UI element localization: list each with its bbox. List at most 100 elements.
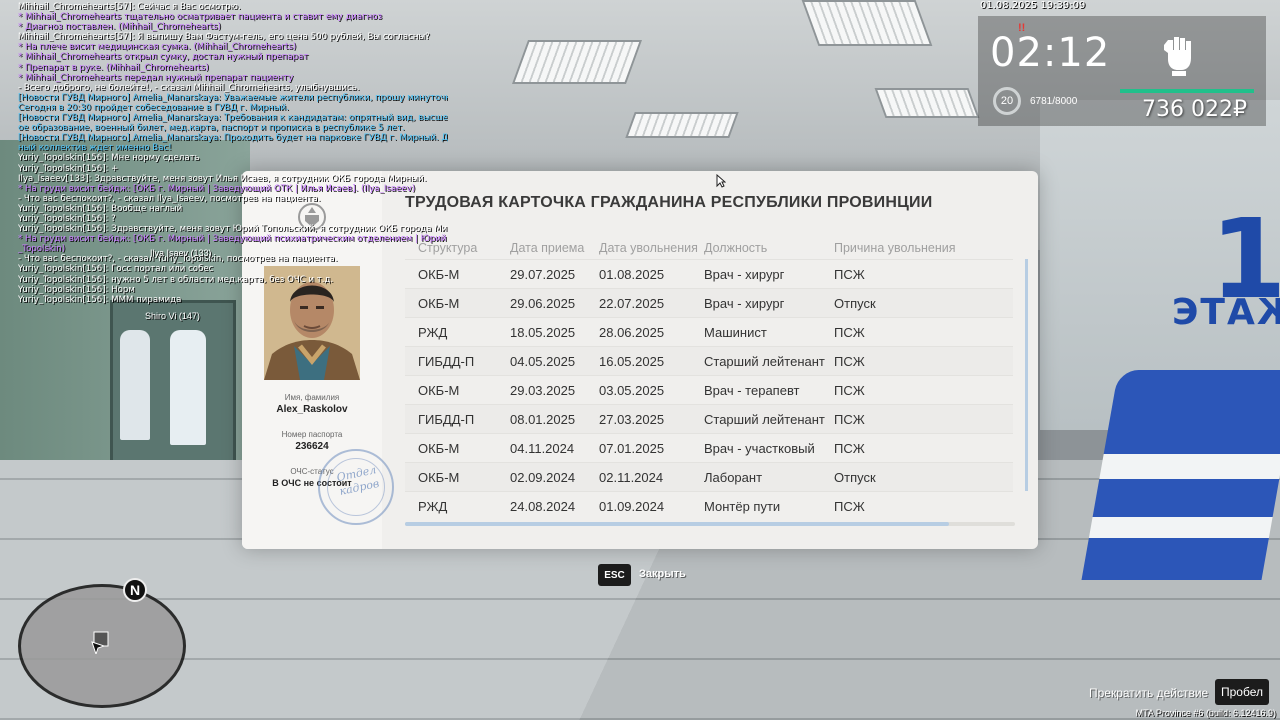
chat-line: * Mihhail_Chromehearts тщательно осматри… <box>18 12 383 23</box>
table-cell: Отпуск <box>834 469 876 485</box>
name-label: Имя, фамилия <box>284 393 340 402</box>
hud-datetime: 01.08.2025 19:39:09 <box>980 0 1086 11</box>
table-cell: Старший лейтенант <box>704 353 825 369</box>
player-arrow-icon <box>91 631 109 654</box>
chat-line: * Диагноз поставлен. (Mihhail_Chromehear… <box>18 22 221 33</box>
abort-action-label: Прекратить действие <box>1089 686 1209 700</box>
horizontal-scrollbar-thumb[interactable] <box>405 522 949 526</box>
north-icon: N <box>123 578 147 602</box>
table-header: Структура Дата приема Дата увольнения До… <box>405 241 1013 259</box>
table-cell: 03.05.2025 <box>599 382 665 398</box>
column-header: Должность <box>704 241 768 255</box>
table-cell: Врач - хирург <box>704 295 785 311</box>
name-value: Alex_Raskolov <box>276 404 348 415</box>
table-cell: ГИБДД-П <box>418 353 475 369</box>
table-cell: ПСЖ <box>834 382 865 398</box>
player-nametag: Ilya Isaev (133) <box>150 248 212 258</box>
table-cell: ОКБ-М <box>418 469 460 485</box>
chat-line: * На груди висит бейдж: [ОКБ г. Мирный |… <box>18 234 448 245</box>
money-bar <box>1120 89 1254 93</box>
table-cell: 29.06.2025 <box>510 295 576 311</box>
vertical-scrollbar-thumb[interactable] <box>1025 259 1028 491</box>
chat-line: * Mihhail_Chromehearts открыл сумку, дос… <box>18 52 309 63</box>
table-cell: Врач - хирург <box>704 266 785 282</box>
table-cell: 29.07.2025 <box>510 266 576 282</box>
table-cell: ПСЖ <box>834 324 865 340</box>
table-cell: 27.03.2025 <box>599 411 665 427</box>
chat-line: Ilya_Isaeev[133]: Здравствуйте, меня зов… <box>18 173 427 184</box>
table-cell: Монтёр пути <box>704 498 781 514</box>
table-row: ОКБ-М 29.07.2025 01.08.2025 Врач - хирург ПС… <box>405 259 1013 288</box>
table-cell: 18.05.2025 <box>510 324 576 340</box>
ceiling-light <box>511 40 643 84</box>
employment-table: Структура Дата приема Дата увольнения До… <box>405 241 1013 520</box>
table-cell: Старший лейтенант <box>704 411 825 427</box>
chat-line: Yuriy_Topolskin[156]: нужно 5 лет в обла… <box>18 274 334 285</box>
space-key-button[interactable]: Пробел <box>1215 679 1269 705</box>
npc-doctor <box>120 330 150 440</box>
ceiling-light <box>874 88 980 118</box>
table-cell: 07.01.2025 <box>599 440 665 456</box>
table-cell: Машинист <box>704 324 767 340</box>
passport-label: Номер паспорта <box>281 430 343 439</box>
chat-log: Mihhail_Chromehearts[57]: Сейчас я Вас о… <box>18 2 448 305</box>
hud-timer: 02:12 <box>990 30 1111 76</box>
xp-counter: 6781/8000 <box>1030 96 1078 107</box>
money-value: 736 022 <box>1142 97 1233 122</box>
player-nametag: Shiro Vi (147) <box>145 311 200 321</box>
close-label[interactable]: Закрыть <box>639 568 686 580</box>
table-row: ГИБДД-П 04.05.2025 16.05.2025 Старший лейте… <box>405 346 1013 375</box>
chat-line: Mihhail_Chromehearts[57]: Я выпишу Вам Ф… <box>18 32 430 43</box>
chat-line: ный коллектив ждет именно Вас! <box>18 143 172 154</box>
table-cell: РЖД <box>418 498 448 514</box>
level-ring: 20 <box>993 87 1021 115</box>
table-cell: 04.05.2025 <box>510 353 576 369</box>
ceiling-light <box>801 0 933 46</box>
chat-line: [Новости ГУВД Мирного] Amelia_Manarskaya… <box>18 133 448 144</box>
table-row: ОКБ-М 29.03.2025 03.05.2025 Врач - терапевт… <box>405 375 1013 404</box>
floor-word: ЭТАЖ <box>1172 292 1280 333</box>
chat-line: * Mihhail_Chromehearts передал нужный пр… <box>18 72 294 83</box>
chat-line: _Topolskin) <box>18 244 66 255</box>
table-cell: 24.08.2024 <box>510 498 576 514</box>
table-cell: ПСЖ <box>834 440 865 456</box>
table-cell: 16.05.2025 <box>599 353 665 369</box>
table-cell: ПСЖ <box>834 266 865 282</box>
table-cell: 02.09.2024 <box>510 469 576 485</box>
chat-line: * На плече висит медицинская сумка. (Mih… <box>18 42 297 53</box>
chat-line: * На груди висит бейдж: [ОКБ г. Мирный |… <box>18 183 416 194</box>
table-cell: 22.07.2025 <box>599 295 665 311</box>
table-cell: 01.08.2025 <box>599 266 665 282</box>
mouse-cursor-icon <box>716 174 726 188</box>
chat-line: Yuriy_Topolskin[156]: Вообще наглый <box>18 203 183 214</box>
table-cell: Лаборант <box>704 469 763 485</box>
table-cell: ПСЖ <box>834 411 865 427</box>
chat-line: - Всего доброго, не болейте!, - сказал M… <box>18 82 360 93</box>
table-cell: 02.11.2024 <box>599 469 664 485</box>
chat-line: Yuriy_Topolskin[156]: МММ пирамида <box>18 294 182 305</box>
chat-line: Yuriy_Topolskin[156]: Мне норму сделать <box>18 153 200 164</box>
chat-line: - Что вас беспокоит?, - сказал Ilya_Isae… <box>18 193 321 204</box>
table-row: ГИБДД-П 08.01.2025 27.03.2025 Старший лейте… <box>405 404 1013 433</box>
table-row: РЖД 24.08.2024 01.09.2024 Монтёр пути ПСЖ <box>405 491 1013 520</box>
table-cell: 04.11.2024 <box>510 440 575 456</box>
table-cell: ОКБ-М <box>418 440 460 456</box>
chat-line: Yuriy_Topolskin[156]: Госс портал или со… <box>18 264 214 275</box>
esc-key-button[interactable]: ESC <box>598 564 631 586</box>
table-cell: ГИБДД-П <box>418 411 475 427</box>
chat-line: Yuriy_Topolskin[156]: Здравствуйте, меня… <box>18 224 448 235</box>
column-header: Дата увольнения <box>599 241 698 255</box>
table-row: РЖД 18.05.2025 28.06.2025 Машинист ПСЖ <box>405 317 1013 346</box>
table-row: ОКБ-М 02.09.2024 02.11.2024 Лаборант Отпуск <box>405 462 1013 491</box>
chat-line: Mihhail_Chromehearts[57]: Сейчас я Вас о… <box>18 2 241 12</box>
table-cell: Врач - терапевт <box>704 382 800 398</box>
table-cell: Отпуск <box>834 295 876 311</box>
column-header: Причина увольнения <box>834 241 956 255</box>
table-cell: 01.09.2024 <box>599 498 665 514</box>
build-info: MTA Province #6 (build: 6.12416.9) <box>1135 708 1276 718</box>
chat-line: - Что вас беспокоит?, - сказал Yuriy_Top… <box>18 254 338 265</box>
chat-line: Сегодня в 20:30 пройдет собеседование в … <box>18 102 289 113</box>
fist-icon <box>1164 37 1191 76</box>
currency-sign: ₽ <box>1232 97 1247 122</box>
card-title: ТРУДОВАЯ КАРТОЧКА ГРАЖДАНИНА РЕСПУБЛИКИ … <box>405 194 933 211</box>
